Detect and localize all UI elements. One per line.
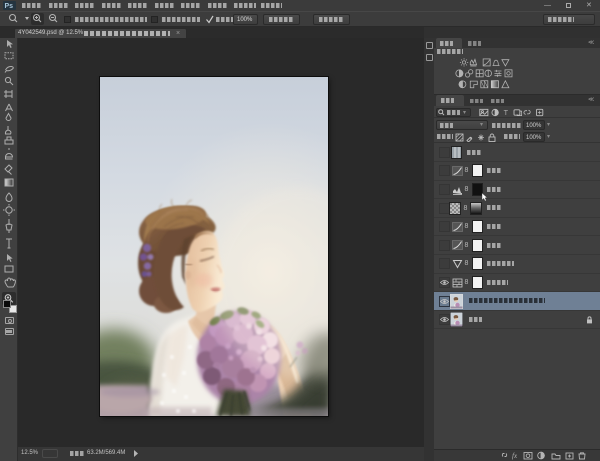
svg-text:fx: fx [512,452,518,460]
svg-text:T: T [504,108,509,116]
